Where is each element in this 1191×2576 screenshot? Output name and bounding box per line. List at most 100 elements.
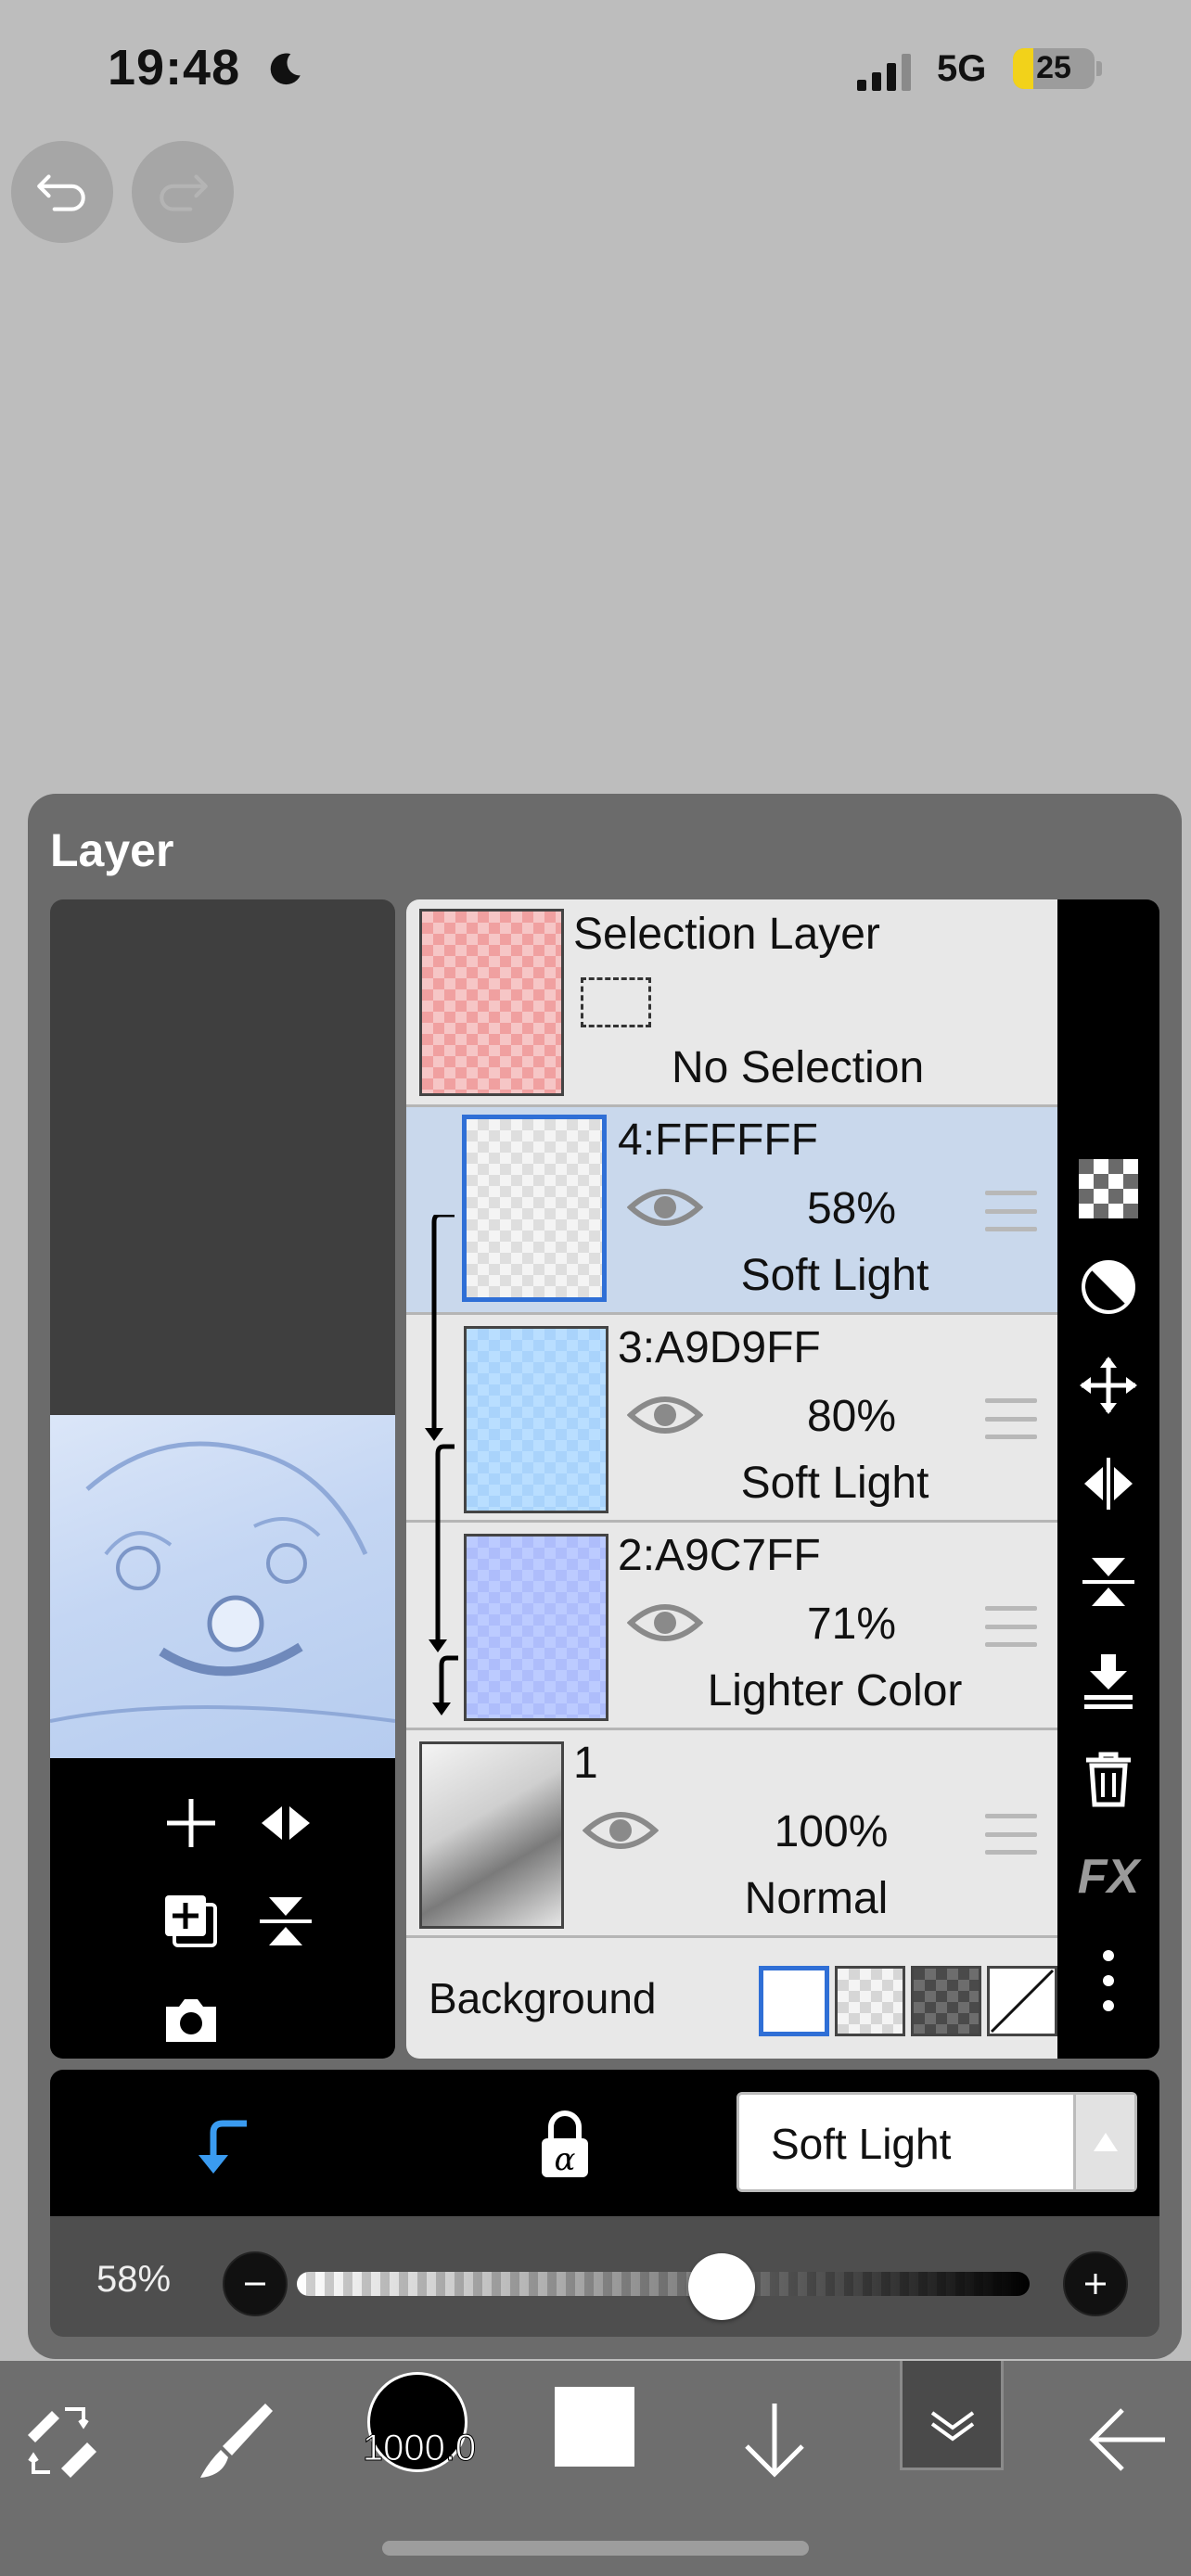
opacity-decrease-button[interactable] [223, 2251, 288, 2316]
layer-row-1[interactable]: 1 100% Normal [406, 1730, 1057, 1938]
layer-blend-mode: Lighter Color [707, 1666, 963, 1715]
flip-vertical-icon [260, 1897, 312, 1945]
background-light-checker-option[interactable] [835, 1966, 905, 2036]
canvas-preview [50, 899, 395, 2059]
add-layer-button[interactable] [154, 1786, 228, 1860]
background-label: Background [429, 1974, 657, 2022]
camera-button[interactable] [154, 1983, 228, 2057]
invert-button[interactable] [1075, 1254, 1142, 1320]
preview-illustration [50, 1441, 395, 1723]
more-options-button[interactable] [1075, 1947, 1142, 2014]
layer-thumbnail [462, 1115, 607, 1302]
svg-text:α: α [555, 2141, 576, 2178]
alpha-lock-button[interactable]: α [532, 2107, 607, 2181]
transparency-button[interactable] [1075, 1155, 1142, 1222]
clipping-button[interactable] [186, 2107, 260, 2181]
flip-vertical-side-button[interactable] [1075, 1549, 1142, 1615]
delete-layer-button[interactable] [1075, 1745, 1142, 1812]
invert-icon [1082, 1260, 1135, 1314]
network-label: 5G [937, 48, 987, 89]
background-dark-checker-option[interactable] [911, 1966, 981, 2036]
back-button[interactable] [1076, 2389, 1178, 2491]
clipping-arrows-icon [425, 1215, 458, 1715]
battery-tip [1096, 61, 1102, 76]
merge-down-icon [1084, 1654, 1133, 1709]
selection-marquee-icon [581, 977, 651, 1027]
trash-icon [1086, 1752, 1131, 1807]
signal-icon [857, 54, 911, 91]
plus-icon [167, 1799, 215, 1847]
layer-side-toolbar: FX [1057, 899, 1159, 2059]
drag-handle-icon[interactable] [985, 1191, 1037, 1231]
background-none-option[interactable] [987, 1966, 1057, 2036]
opacity-label: 58% [96, 2259, 172, 2300]
flip-horizontal-icon [262, 1797, 310, 1849]
opacity-increase-button[interactable] [1063, 2251, 1128, 2316]
status-time: 19:48 [108, 40, 241, 96]
selection-layer-row[interactable]: Selection Layer No Selection [406, 899, 1057, 1107]
layer-list: Selection Layer No Selection 4:FFFFFF 58… [406, 899, 1057, 2059]
layer-row-3[interactable]: 3:A9D9FF 80% Soft Light [406, 1315, 1057, 1523]
move-icon [1080, 1357, 1137, 1414]
clipping-arrow-icon [198, 2120, 247, 2174]
layer-blend-mode: Soft Light [740, 1459, 929, 1508]
battery-icon: 25 [1013, 48, 1095, 89]
eye-icon[interactable] [627, 1389, 703, 1441]
pen-eraser-swap-icon [28, 2407, 96, 2478]
layer-blend-mode: Normal [744, 1874, 889, 1923]
selection-layer-name: Selection Layer [573, 910, 880, 959]
layer-row-4[interactable]: 4:FFFFFF 58% Soft Light [406, 1107, 1057, 1315]
download-button[interactable] [724, 2389, 826, 2491]
layer-opacity: 100% [774, 1807, 889, 1856]
background-white-option[interactable] [759, 1966, 829, 2036]
flip-vertical-icon [1082, 1558, 1134, 1606]
duplicate-icon [165, 1895, 217, 1947]
blend-mode-value: Soft Light [771, 2120, 952, 2168]
home-indicator [382, 2541, 809, 2556]
brush-tool-button[interactable] [186, 2389, 288, 2491]
layer-name: 2:A9C7FF [618, 1531, 821, 1580]
layer-panel-toggle[interactable] [900, 2361, 1004, 2470]
alpha-lock-icon: α [542, 2111, 588, 2178]
eye-icon[interactable] [627, 1597, 703, 1649]
undo-button[interactable] [11, 141, 113, 243]
layer-row-2[interactable]: 2:A9C7FF 71% Lighter Color [406, 1523, 1057, 1730]
eye-icon[interactable] [583, 1804, 659, 1856]
selection-layer-thumbnail [419, 909, 564, 1096]
tool-switch-button[interactable] [9, 2389, 111, 2491]
color-swatch[interactable] [555, 2387, 634, 2467]
opacity-slider-knob[interactable] [688, 2253, 756, 2320]
plus-icon [1085, 2274, 1106, 2294]
drag-handle-icon[interactable] [985, 1606, 1037, 1647]
flip-horizontal-button[interactable] [249, 1786, 323, 1860]
duplicate-layer-button[interactable] [154, 1884, 228, 1958]
minus-icon [245, 2282, 265, 2286]
selection-status: No Selection [672, 1043, 925, 1092]
redo-button[interactable] [132, 141, 234, 243]
merge-down-button[interactable] [1075, 1647, 1142, 1714]
opacity-slider-track[interactable] [297, 2272, 1030, 2296]
layer-thumbnail [419, 1741, 564, 1929]
layer-thumbnail [464, 1326, 608, 1513]
dropdown-arrow-icon [1073, 2095, 1134, 2189]
bottom-toolbar: 1000.0 [0, 2361, 1191, 2576]
move-button[interactable] [1075, 1352, 1142, 1419]
blend-mode-select[interactable]: Soft Light [736, 2092, 1137, 2192]
brush-icon [200, 2404, 273, 2478]
layer-name: 3:A9D9FF [618, 1323, 821, 1372]
layer-blend-mode: Soft Light [740, 1251, 929, 1300]
flip-horizontal-side-button[interactable] [1075, 1450, 1142, 1517]
moon-icon [270, 53, 301, 85]
opacity-bar: 58% [50, 2216, 1159, 2337]
eye-icon[interactable] [627, 1181, 703, 1233]
undo-icon [37, 174, 85, 211]
flip-vertical-button[interactable] [249, 1884, 323, 1958]
blend-mode-bar: α Soft Light [50, 2070, 1159, 2216]
background-row: Background [406, 1940, 1057, 2059]
layer-opacity: 58% [806, 1184, 897, 1233]
drag-handle-icon[interactable] [985, 1398, 1037, 1439]
fx-button[interactable]: FX [1075, 1843, 1142, 1910]
drag-handle-icon[interactable] [985, 1814, 1037, 1855]
layer-name: 1 [573, 1739, 598, 1788]
panel-title: Layer [50, 824, 174, 876]
